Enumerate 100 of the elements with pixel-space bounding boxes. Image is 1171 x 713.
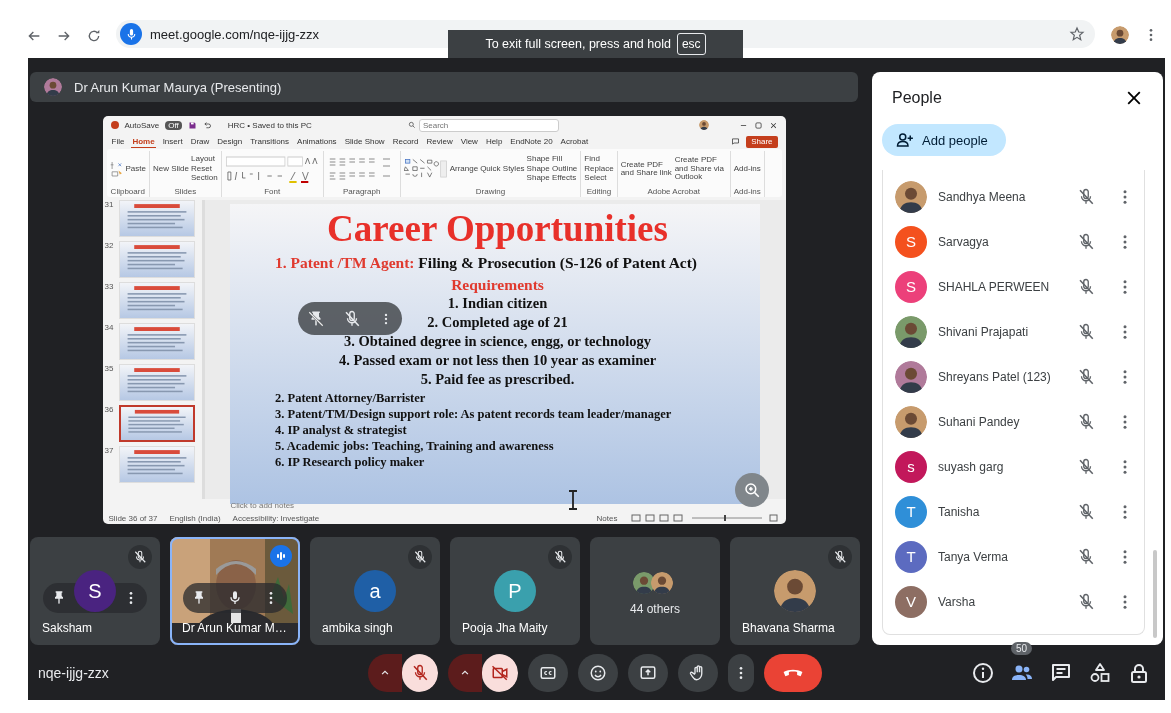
share-button[interactable]: Share bbox=[746, 135, 778, 148]
avatar-icon bbox=[633, 572, 655, 594]
ribbon-button[interactable]: Find bbox=[584, 155, 614, 164]
participant-row[interactable]: T Tanya Verma bbox=[883, 534, 1144, 579]
captions-button[interactable] bbox=[528, 653, 568, 692]
shapes-button[interactable] bbox=[1088, 660, 1112, 685]
present-button[interactable] bbox=[628, 653, 668, 692]
ribbon-tab[interactable]: Transitions bbox=[249, 135, 291, 148]
ribbon-button[interactable]: Add-ins bbox=[733, 164, 761, 174]
participant-name: Shreyans Patel (123) bbox=[938, 369, 1052, 384]
ribbon-button[interactable]: Select bbox=[584, 174, 614, 183]
avatar-icon bbox=[698, 120, 709, 130]
avatar: S bbox=[74, 570, 116, 612]
autosave-toggle[interactable]: Off bbox=[165, 120, 182, 130]
slide-list-item: 3. Patent/TM/Design support role: As patent records team leader/manager bbox=[275, 406, 673, 422]
ribbon-button[interactable]: Reset bbox=[191, 164, 218, 174]
participant-tile[interactable]: a ambika singh bbox=[310, 537, 440, 645]
file-title[interactable]: HRC • Saved to this PC bbox=[227, 120, 312, 130]
undo-icon[interactable] bbox=[202, 120, 212, 130]
avatar: V bbox=[895, 585, 927, 618]
raise-hand-button[interactable] bbox=[678, 653, 718, 692]
mic-off-icon bbox=[1077, 277, 1095, 296]
ribbon-tab[interactable]: EndNote 20 bbox=[509, 135, 554, 148]
phone-icon bbox=[783, 668, 803, 677]
mic-off-icon bbox=[133, 550, 147, 564]
ribbon-button[interactable]: Create PDF and Share via Outlook bbox=[674, 156, 727, 182]
ribbon-tab[interactable]: Slide Show bbox=[343, 135, 386, 148]
notes-toggle[interactable]: Notes bbox=[596, 513, 618, 523]
reload-icon[interactable] bbox=[86, 28, 102, 44]
ribbon-tab[interactable]: Draw bbox=[189, 135, 211, 148]
ribbon-tab[interactable]: Help bbox=[484, 135, 504, 148]
participant-row[interactable]: Sandhya Meena bbox=[883, 174, 1144, 219]
slide-thumbnail[interactable] bbox=[118, 405, 195, 442]
ribbon-tab[interactable]: Insert bbox=[161, 135, 184, 148]
participant-tile[interactable]: P Pooja Jha Maity bbox=[450, 537, 580, 645]
ribbon-button[interactable]: Create PDF and Share link bbox=[620, 160, 673, 178]
participant-row[interactable]: Suhani Pandey bbox=[883, 399, 1144, 444]
search-field[interactable]: Search bbox=[418, 118, 559, 132]
participant-tile[interactable]: 44 others bbox=[590, 537, 720, 645]
participant-name: Saksham bbox=[42, 621, 93, 635]
restore-icon[interactable] bbox=[753, 120, 763, 130]
ribbon-tab[interactable]: Home bbox=[131, 135, 156, 148]
ribbon-button[interactable]: Shape Outline bbox=[526, 164, 578, 174]
unpin-icon[interactable] bbox=[307, 309, 325, 328]
ribbon-tab[interactable]: Record bbox=[391, 135, 420, 148]
reactions-button[interactable] bbox=[578, 653, 618, 692]
key-hint: esc bbox=[676, 33, 706, 55]
ribbon-button[interactable]: Paste bbox=[125, 164, 146, 174]
ribbon-tab[interactable]: File bbox=[110, 135, 126, 148]
ribbon-tab[interactable]: Design bbox=[216, 135, 244, 148]
app-logo-icon bbox=[110, 121, 119, 129]
mic-off-icon[interactable] bbox=[343, 309, 361, 328]
microphone-button[interactable] bbox=[402, 653, 438, 692]
mic-off-icon bbox=[1077, 232, 1095, 251]
participant-row[interactable]: Shivani Prajapati bbox=[883, 309, 1144, 354]
leave-call-button[interactable] bbox=[764, 653, 822, 692]
presenter-name: Dr Arun Kumar Maurya (Presenting) bbox=[74, 79, 282, 95]
close-icon[interactable] bbox=[768, 120, 778, 130]
avatar-icon bbox=[895, 405, 927, 438]
zoom-in-icon bbox=[743, 481, 761, 499]
slide-number: 32 bbox=[104, 241, 115, 250]
participant-tile[interactable]: Dr Arun Kumar M… bbox=[170, 537, 300, 645]
ribbon-tab[interactable]: Review bbox=[425, 135, 454, 148]
participant-row[interactable]: V Varsha bbox=[883, 579, 1144, 624]
participant-name: Bhavana Sharma bbox=[742, 621, 835, 635]
more-options-button[interactable] bbox=[728, 653, 754, 692]
participant-row[interactable]: T Tanisha bbox=[883, 489, 1144, 534]
ribbon-button[interactable]: Arrange bbox=[449, 164, 479, 174]
ribbon-button[interactable]: Layout bbox=[191, 155, 218, 164]
save-icon[interactable] bbox=[187, 120, 197, 130]
ribbon-button[interactable]: Shape Fill bbox=[526, 155, 578, 164]
slide-title: Career Opportunities bbox=[327, 210, 668, 249]
slide-list-item: 5. Academic jobs: Teaching, Training and awareness bbox=[275, 438, 555, 454]
participant-tile[interactable]: Bhavana Sharma bbox=[730, 537, 860, 645]
ribbon-button[interactable]: New Slide bbox=[152, 164, 189, 174]
ribbon-button[interactable]: Quick Styles bbox=[480, 164, 525, 174]
notes-placeholder[interactable]: Click to add notes bbox=[230, 501, 295, 510]
add-people-button[interactable]: Add people bbox=[882, 124, 1006, 156]
participant-row[interactable]: S SHAHLA PERWEEN bbox=[883, 264, 1144, 309]
ribbon-tab[interactable]: Animations bbox=[296, 135, 338, 148]
participant-tile[interactable]: S Saksham bbox=[30, 537, 160, 645]
ribbon-group-label: Clipboard bbox=[109, 187, 146, 197]
ribbon-group-label: Drawing bbox=[474, 187, 507, 197]
ribbon-button[interactable]: Shape Effects bbox=[526, 174, 578, 183]
mic-off-icon bbox=[1077, 412, 1095, 431]
participant-name: ambika singh bbox=[322, 621, 393, 635]
info-button[interactable] bbox=[971, 660, 995, 685]
camera-button[interactable] bbox=[482, 653, 518, 692]
ribbon-tab[interactable]: View bbox=[459, 135, 479, 148]
ribbon-button[interactable]: Section bbox=[191, 174, 218, 183]
ribbon-tab[interactable]: Acrobat bbox=[559, 135, 590, 148]
ribbon-button[interactable]: Replace bbox=[584, 164, 614, 174]
comment-icon[interactable] bbox=[731, 137, 741, 146]
ribbon-group-label: Paragraph bbox=[342, 187, 382, 197]
participant-row[interactable]: S Sarvagya bbox=[883, 219, 1144, 264]
avatar-icon bbox=[44, 78, 62, 96]
participant-row[interactable]: s suyash garg bbox=[883, 444, 1144, 489]
mic-icon[interactable] bbox=[227, 590, 243, 606]
participant-row[interactable]: Shreyans Patel (123) bbox=[883, 354, 1144, 399]
star-icon[interactable] bbox=[1069, 26, 1085, 42]
